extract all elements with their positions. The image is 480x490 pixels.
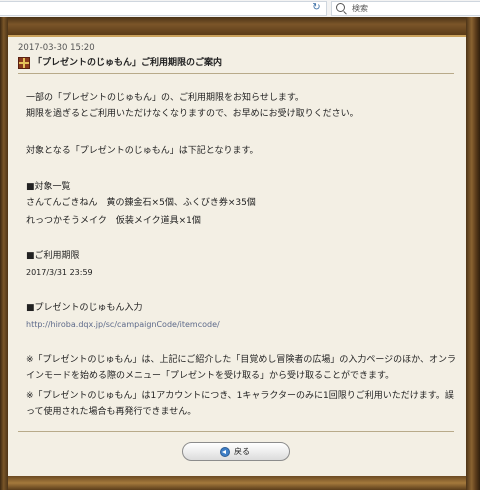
article-panel: 2017-03-30 15:20 「プレゼントのじゅもん」ご利用期限のご案内 一… <box>8 37 466 476</box>
footer-divider <box>18 431 454 432</box>
title-divider <box>18 73 454 74</box>
frame-left-border <box>0 17 8 490</box>
intro-line-1: 一部の「プレゼントのじゅもん」の、ご利用期限をお知らせします。 <box>26 93 304 103</box>
entry-heading: ■プレゼントのじゅもん入力 <box>26 303 143 313</box>
list-heading: ■対象一覧 <box>26 182 71 192</box>
search-icon <box>336 3 345 12</box>
entry-url-link[interactable]: http://hiroba.dqx.jp/sc/campaignCode/ite… <box>26 317 220 333</box>
frame-bottom-border <box>8 476 466 490</box>
list-item: れっつかそうメイク 仮装メイク道具×1個 <box>26 216 201 226</box>
intro-line-2: 期限を過ぎるとご利用いただけなくなりますので、お早めにお受け取りください。 <box>26 109 359 119</box>
back-arrow-icon <box>220 447 230 457</box>
present-box-icon <box>18 57 30 69</box>
reload-icon[interactable]: ↻ <box>310 2 323 14</box>
back-button[interactable]: 戻る <box>182 442 290 461</box>
search-placeholder: 検索 <box>352 4 368 13</box>
address-bar[interactable] <box>0 1 327 16</box>
deadline-heading: ■ご利用期限 <box>26 251 80 261</box>
page-banner <box>8 17 466 37</box>
page-title: 「プレゼントのじゅもん」ご利用期限のご案内 <box>33 58 223 68</box>
back-button-label: 戻る <box>234 447 250 456</box>
frame-right-border <box>466 17 480 490</box>
post-datetime: 2017-03-30 15:20 <box>18 43 95 53</box>
deadline-value: 2017/3/31 23:59 <box>26 268 93 277</box>
target-text: 対象となる「プレゼントのじゅもん」は下記となります。 <box>26 146 259 156</box>
search-box[interactable]: 検索 <box>331 1 480 16</box>
note-2: ※「プレゼントのじゅもん」は1アカウントにつき、1キャラクターのみに1回限りご利… <box>26 391 454 417</box>
browser-toolbar: ↻ 検索 <box>0 0 480 18</box>
note-1: ※「プレゼントのじゅもん」は、上記にご紹介した「目覚めし冒険者の広場」の入力ペー… <box>26 355 457 381</box>
list-item: さんてんごきねん 黄の錬金石×5個、ふくびき券×35個 <box>26 198 256 208</box>
